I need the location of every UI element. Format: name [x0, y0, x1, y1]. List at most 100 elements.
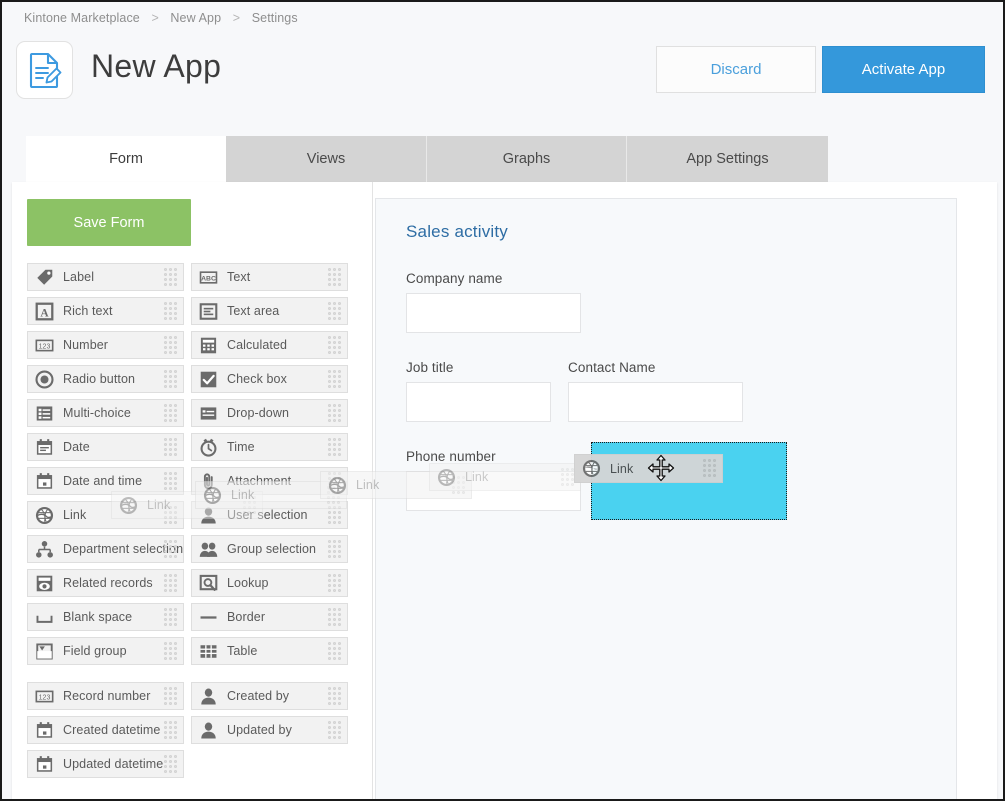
drag-handle[interactable] [164, 540, 177, 560]
field-label-company-name: Company name [406, 271, 503, 286]
drag-handle[interactable] [164, 268, 177, 288]
palette-item-table[interactable]: Table [191, 637, 348, 665]
field-input-company-name[interactable] [406, 293, 581, 333]
drag-handle[interactable] [164, 472, 177, 492]
palette-item-text-area[interactable]: Text area [191, 297, 348, 325]
drag-handle[interactable] [328, 268, 341, 288]
palette-item-label: Calculated [227, 338, 287, 352]
palette-item-label: Created by [227, 689, 289, 703]
palette-item-updated-by[interactable]: Updated by [191, 716, 348, 744]
drag-handle[interactable] [328, 608, 341, 628]
breadcrumb-separator: > [225, 11, 248, 25]
drag-handle[interactable] [328, 540, 341, 560]
date-time-icon [35, 472, 54, 491]
drag-handle[interactable] [164, 721, 177, 741]
discard-button[interactable]: Discard [656, 46, 816, 93]
palette-item-text[interactable]: ABCText [191, 263, 348, 291]
drag-handle[interactable] [328, 642, 341, 662]
palette-item-label: Multi-choice [63, 406, 131, 420]
app-window: Kintone Marketplace > New App > Settings… [0, 0, 1005, 801]
drag-handle[interactable] [328, 574, 341, 594]
drag-handle[interactable] [164, 687, 177, 707]
drag-handle[interactable] [164, 755, 177, 775]
field-input-job-title[interactable] [406, 382, 551, 422]
drag-handle[interactable] [328, 721, 341, 741]
palette-item-label: Related records [63, 576, 153, 590]
palette-item-blank-space[interactable]: Blank space [27, 603, 184, 631]
palette-item-number[interactable]: 123 Number [27, 331, 184, 359]
breadcrumb-item-settings[interactable]: Settings [252, 11, 298, 25]
palette-item-updated-datetime[interactable]: Updated datetime [27, 750, 184, 778]
drag-handle[interactable] [164, 506, 177, 526]
drag-handle[interactable] [328, 472, 341, 492]
breadcrumb-item-new-app[interactable]: New App [170, 11, 221, 25]
palette-item-time[interactable]: Time [191, 433, 348, 461]
palette-row: Related records Lookup [27, 569, 357, 603]
drag-handle[interactable] [164, 302, 177, 322]
paperclip-icon [199, 472, 218, 491]
tab-views[interactable]: Views [226, 136, 427, 182]
drag-handle[interactable] [328, 404, 341, 424]
palette-row: ARich text Text area [27, 297, 357, 331]
dropdown-icon [199, 404, 218, 423]
drag-handle[interactable] [328, 506, 341, 526]
drag-handle[interactable] [328, 687, 341, 707]
user-icon [199, 687, 218, 706]
activate-app-button[interactable]: Activate App [822, 46, 985, 93]
field-input-phone-number[interactable] [406, 471, 581, 511]
drag-handle[interactable] [328, 336, 341, 356]
palette-item-drop-down[interactable]: Drop-down [191, 399, 348, 427]
tab-form[interactable]: Form [26, 136, 226, 182]
palette-item-multi-choice[interactable]: Multi-choice [27, 399, 184, 427]
palette-item-lookup[interactable]: Lookup [191, 569, 348, 597]
drag-handle[interactable] [164, 404, 177, 424]
palette-item-related-records[interactable]: Related records [27, 569, 184, 597]
palette-item-created-by[interactable]: Created by [191, 682, 348, 710]
breadcrumb-item-marketplace[interactable]: Kintone Marketplace [24, 11, 140, 25]
palette-item-label: Text area [227, 304, 279, 318]
palette-item-check-box[interactable]: Check box [191, 365, 348, 393]
palette-item-created-datetime[interactable]: Created datetime [27, 716, 184, 744]
drag-handle[interactable] [164, 574, 177, 594]
app-icon[interactable] [16, 41, 73, 99]
palette-item-radio-button[interactable]: Radio button [27, 365, 184, 393]
palette-item-group-selection[interactable]: Group selection [191, 535, 348, 563]
palette-item-attachment[interactable]: Attachment [191, 467, 348, 495]
palette-item-rich-text[interactable]: ARich text [27, 297, 184, 325]
field-input-contact-name[interactable] [568, 382, 743, 422]
tab-graphs[interactable]: Graphs [427, 136, 627, 182]
drag-handle[interactable] [164, 642, 177, 662]
lookup-icon [199, 574, 218, 593]
palette-row: Blank spaceBorder [27, 603, 357, 637]
palette-item-department-selection[interactable]: Department selection [27, 535, 184, 563]
palette-item-date[interactable]: Date [27, 433, 184, 461]
breadcrumb: Kintone Marketplace > New App > Settings [24, 11, 298, 25]
svg-text:123: 123 [39, 343, 51, 350]
palette-item-border[interactable]: Border [191, 603, 348, 631]
palette-row: Multi-choice Drop-down [27, 399, 357, 433]
tab-app-settings[interactable]: App Settings [627, 136, 828, 182]
palette-item-label: Number [63, 338, 108, 352]
drag-handle[interactable] [328, 302, 341, 322]
palette-item-label[interactable]: Label [27, 263, 184, 291]
drag-handle[interactable] [164, 370, 177, 390]
palette-group: LabelABCTextARich text Text area 123 Number… [27, 263, 357, 671]
drag-handle[interactable] [164, 608, 177, 628]
clock-icon [199, 438, 218, 457]
save-form-button[interactable]: Save Form [27, 199, 191, 246]
drag-handle[interactable] [328, 370, 341, 390]
palette-item-date-and-time[interactable]: Date and time [27, 467, 184, 495]
palette-item-record-number[interactable]: 123Record number [27, 682, 184, 710]
field-group-icon [35, 642, 54, 661]
field-drop-zone[interactable] [591, 442, 787, 520]
drag-handle[interactable] [164, 336, 177, 356]
palette-item-field-group[interactable]: Field group [27, 637, 184, 665]
number-icon: 123 [35, 336, 54, 355]
palette-item-link[interactable]: Link [27, 501, 184, 529]
palette-item-calculated[interactable]: Calculated [191, 331, 348, 359]
drag-handle[interactable] [164, 438, 177, 458]
svg-text:123: 123 [39, 694, 51, 701]
palette-item-label: Drop-down [227, 406, 289, 420]
palette-item-user-selection[interactable]: User selection [191, 501, 348, 529]
drag-handle[interactable] [328, 438, 341, 458]
